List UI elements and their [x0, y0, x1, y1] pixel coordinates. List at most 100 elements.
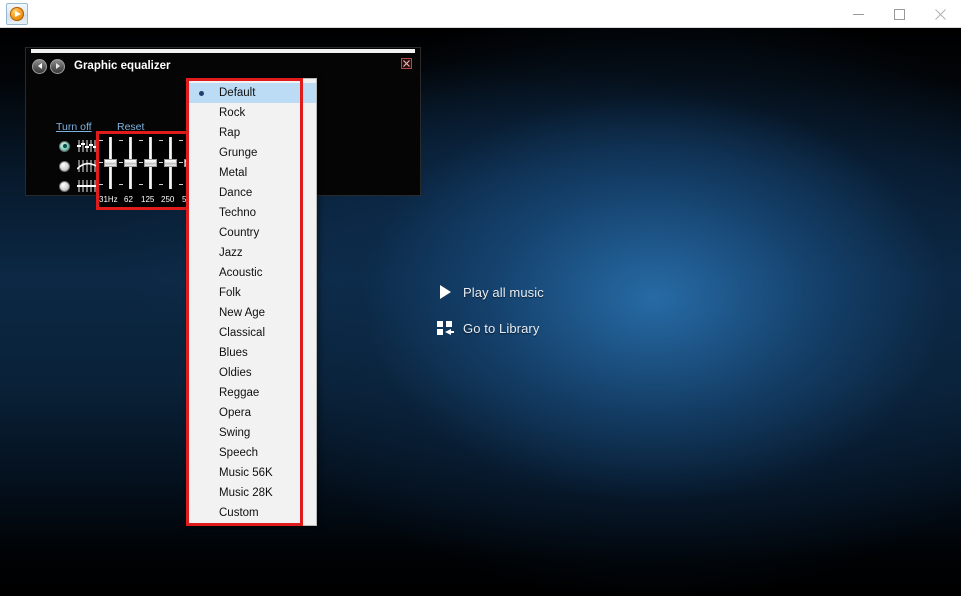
close-icon: [403, 60, 410, 67]
preset-menu-item[interactable]: New Age: [187, 303, 316, 323]
equalizer-title: Graphic equalizer: [74, 60, 171, 72]
preset-menu-item[interactable]: Country: [187, 223, 316, 243]
eq-band-slider-3[interactable]: [159, 137, 177, 189]
play-icon: [432, 285, 458, 299]
preset-menu-item-label: Rock: [219, 107, 246, 119]
eq-band-slider-2[interactable]: [139, 137, 157, 189]
radio-empty-icon: [194, 266, 208, 280]
close-icon: [935, 8, 946, 20]
preset-menu-item-label: Custom: [219, 507, 259, 519]
minimize-icon: [853, 13, 864, 15]
eq-band-slider-0[interactable]: [99, 137, 117, 189]
preset-menu-item[interactable]: Classical: [187, 323, 316, 343]
radio-empty-icon: [194, 206, 208, 220]
reset-link[interactable]: Reset: [117, 121, 144, 133]
slider-thumb[interactable]: [144, 159, 157, 167]
preset-menu-item[interactable]: Jazz: [187, 243, 316, 263]
radio-empty-icon: [194, 406, 208, 420]
radio-empty-icon: [194, 286, 208, 300]
preset-menu-item-label: Folk: [219, 287, 241, 299]
slider-thumb[interactable]: [124, 159, 137, 167]
radio-empty-icon: [194, 426, 208, 440]
radio-button[interactable]: [59, 140, 70, 152]
freq-label-2: 125: [141, 195, 155, 204]
wmp-play-orb-icon: [6, 3, 28, 25]
slider-thumb[interactable]: [104, 159, 117, 167]
preset-menu-item[interactable]: Reggae: [187, 383, 316, 403]
preset-menu-item-label: Techno: [219, 207, 257, 219]
preset-menu-item[interactable]: Opera: [187, 403, 316, 423]
preset-dropdown-menu[interactable]: Default Rock Rap Grunge Metal Dance Techno Coun…: [186, 78, 317, 526]
radio-empty-icon: [194, 246, 208, 260]
radio-empty-icon: [194, 306, 208, 320]
preset-menu-item-label: Music 56K: [219, 467, 273, 479]
eq-band-slider-1[interactable]: [119, 137, 137, 189]
preset-menu-item[interactable]: Rock: [187, 103, 316, 123]
maximize-icon: [894, 8, 905, 20]
preset-menu-item-label: Music 28K: [219, 487, 273, 499]
preset-menu-item[interactable]: Metal: [187, 163, 316, 183]
freq-label-0: 31Hz: [99, 195, 118, 204]
preset-menu-item[interactable]: Music 28K: [187, 483, 316, 503]
preset-menu-item[interactable]: Acoustic: [187, 263, 316, 283]
radio-button[interactable]: [59, 160, 70, 172]
preset-menu-item-label: Opera: [219, 407, 251, 419]
go-to-library-button[interactable]: Go to Library: [432, 314, 544, 342]
radio-empty-icon: [194, 126, 208, 140]
close-button[interactable]: [920, 0, 961, 28]
radio-empty-icon: [194, 106, 208, 120]
radio-empty-icon: [194, 166, 208, 180]
minimize-button[interactable]: [838, 0, 879, 28]
panel-top-strip: [31, 49, 415, 53]
radio-empty-icon: [194, 186, 208, 200]
equalizer-header: Graphic equalizer: [32, 57, 171, 75]
radio-empty-icon: [194, 326, 208, 340]
radio-empty-icon: [194, 226, 208, 240]
preset-menu-item-label: Dance: [219, 187, 253, 199]
preset-menu-item-label: Classical: [219, 327, 266, 339]
center-actions: Play all music Go to Library: [432, 278, 544, 350]
preset-menu-item-label: Blues: [219, 347, 248, 359]
chevron-right-icon[interactable]: [50, 58, 65, 74]
chevron-left-icon[interactable]: [32, 58, 47, 74]
play-all-music-button[interactable]: Play all music: [432, 278, 544, 306]
library-icon: [432, 321, 458, 335]
slider-thumb[interactable]: [164, 159, 177, 167]
radio-button[interactable]: [59, 180, 70, 192]
preset-menu-item-label: Metal: [219, 167, 248, 179]
go-to-library-label: Go to Library: [463, 320, 540, 336]
radio-empty-icon: [194, 146, 208, 160]
radio-empty-icon: [194, 506, 208, 520]
app-window: Play all music Go to Library Graphic equ…: [0, 0, 961, 596]
title-bar: [0, 0, 961, 28]
radio-selected-icon: [194, 86, 208, 100]
preset-menu-list: Default Rock Rap Grunge Metal Dance Techno Coun…: [187, 79, 316, 525]
radio-empty-icon: [194, 386, 208, 400]
preset-menu-item-label: New Age: [219, 307, 266, 319]
preset-menu-item[interactable]: Folk: [187, 283, 316, 303]
preset-menu-item-label: Reggae: [219, 387, 260, 399]
preset-menu-item[interactable]: Grunge: [187, 143, 316, 163]
preset-menu-item[interactable]: Swing: [187, 423, 316, 443]
preset-menu-item-label: Oldies: [219, 367, 252, 379]
radio-empty-icon: [194, 366, 208, 380]
preset-menu-item[interactable]: Dance: [187, 183, 316, 203]
preset-menu-item-label: Rap: [219, 127, 241, 139]
preset-menu-item[interactable]: Rap: [187, 123, 316, 143]
freq-label-3: 250: [161, 195, 175, 204]
orb-shape: [10, 7, 24, 21]
preset-menu-item[interactable]: Speech: [187, 443, 316, 463]
preset-menu-item[interactable]: Default: [187, 83, 316, 103]
preset-menu-item-label: Grunge: [219, 147, 258, 159]
maximize-button[interactable]: [879, 0, 920, 28]
preset-menu-item[interactable]: Oldies: [187, 363, 316, 383]
turn-off-link[interactable]: Turn off: [56, 121, 92, 133]
preset-menu-item[interactable]: Music 56K: [187, 463, 316, 483]
preset-menu-item[interactable]: Blues: [187, 343, 316, 363]
preset-menu-item[interactable]: Custom: [187, 503, 316, 523]
play-all-music-label: Play all music: [463, 284, 544, 300]
preset-menu-item-label: Speech: [219, 447, 259, 459]
preset-menu-item-label: Default: [219, 87, 256, 99]
preset-menu-item[interactable]: Techno: [187, 203, 316, 223]
equalizer-close-button[interactable]: [401, 58, 412, 69]
